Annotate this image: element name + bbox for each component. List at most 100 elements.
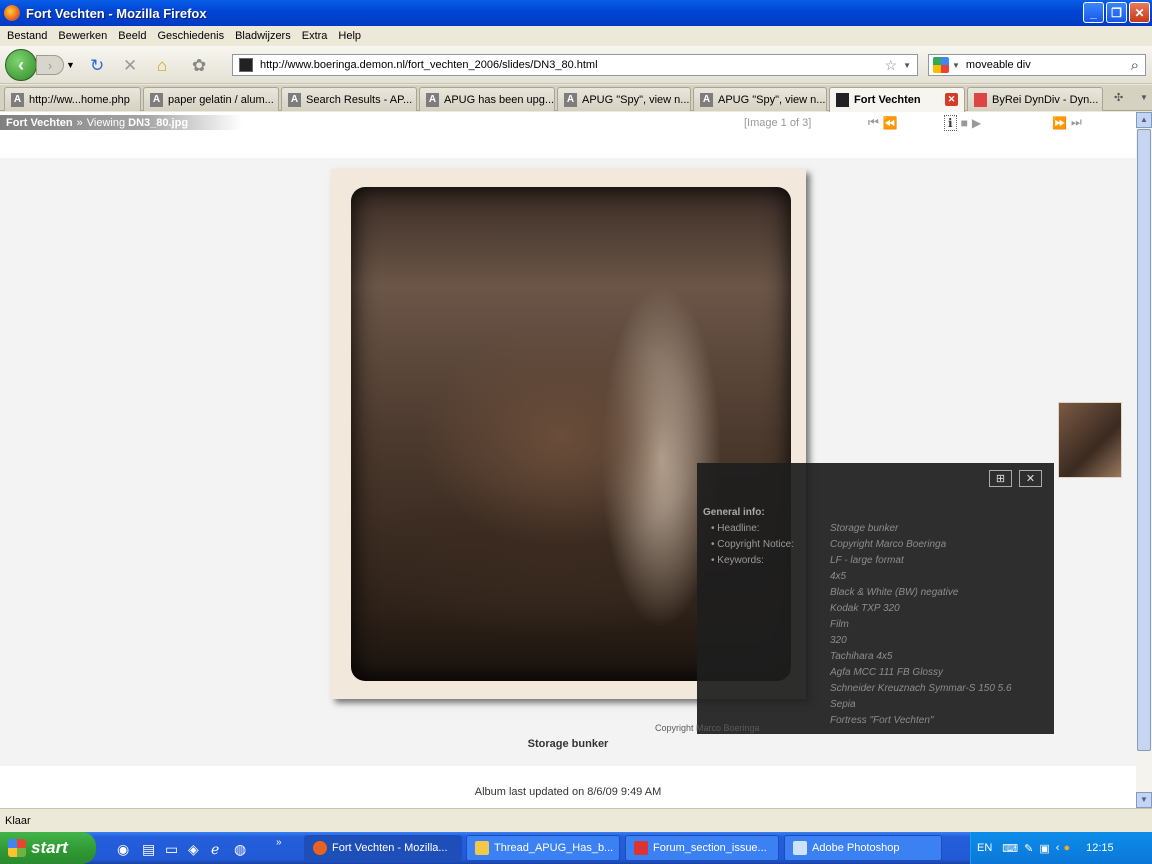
quicklaunch-desktop-icon[interactable]: ▤ xyxy=(142,841,155,858)
system-tray: EN ⌨ ✎ ▣ ‹ ● 12:15 xyxy=(970,832,1152,864)
quicklaunch-ie-icon[interactable]: ◉ xyxy=(117,841,129,858)
keyword-item: Black & White (BW) negative xyxy=(830,587,959,598)
keyword-item: Tachihara 4x5 xyxy=(830,651,893,662)
clock: 12:15 xyxy=(1086,842,1114,854)
info-panel: ⊞ ✕ General info: • Headline: Storage bu… xyxy=(655,463,1054,734)
quicklaunch-ie2-icon[interactable]: ℯ xyxy=(211,841,219,858)
new-tab-icon[interactable]: ✣ xyxy=(1114,91,1123,104)
info-header: General info: xyxy=(703,507,765,518)
folder-icon xyxy=(475,841,489,855)
photo-watermark: Copyright Marco Boeringa xyxy=(655,723,760,733)
quicklaunch-expand-icon[interactable]: » xyxy=(276,837,282,848)
menu-bladwijzers[interactable]: Bladwijzers xyxy=(235,30,291,42)
task-firefox[interactable]: Fort Vechten - Mozilla... xyxy=(304,835,462,861)
tab-item[interactable]: A APUG "Spy", view n... xyxy=(693,87,827,111)
url-text[interactable]: http://www.boeringa.demon.nl/fort_vechte… xyxy=(260,59,885,71)
keyword-item: Schneider Kreuznach Symmar-S 150 5.6 xyxy=(830,683,1012,694)
quicklaunch-media-icon[interactable]: ◈ xyxy=(188,841,199,858)
tab-item[interactable]: A Search Results - AP... xyxy=(281,87,417,111)
play-slideshow-icon[interactable]: ▶ xyxy=(972,116,981,130)
breadcrumb-file: DN3_80.jpg xyxy=(128,116,189,129)
menu-beeld[interactable]: Beeld xyxy=(118,30,146,42)
next-last-controls: ⏩ ⏭ xyxy=(1050,114,1084,131)
tab-item[interactable]: A APUG "Spy", view n... xyxy=(557,87,691,111)
pen-icon[interactable]: ✎ xyxy=(1024,842,1033,855)
tab-item[interactable]: A APUG has been upg... xyxy=(419,87,555,111)
menu-bewerken[interactable]: Bewerken xyxy=(58,30,107,42)
scrollbar-thumb[interactable] xyxy=(1137,129,1151,751)
display-icon[interactable]: ▣ xyxy=(1039,842,1049,855)
photoshop-icon xyxy=(793,841,807,855)
bookmark-star-icon[interactable]: ☆ xyxy=(885,57,898,74)
task-photoshop[interactable]: Adobe Photoshop xyxy=(784,835,942,861)
tab-item-active[interactable]: Fort Vechten ✕ xyxy=(829,87,965,112)
previous-image-icon[interactable]: ⏪ xyxy=(883,116,898,130)
site-favicon-icon xyxy=(836,93,849,107)
home-icon[interactable]: ⌂ xyxy=(157,56,167,76)
reload-icon[interactable]: ↻ xyxy=(90,56,104,76)
tray-expand-icon[interactable]: ‹ xyxy=(1056,842,1060,854)
url-dropdown-icon[interactable]: ▼ xyxy=(903,61,911,70)
tab-item[interactable]: Apaper gelatin / alum... xyxy=(143,87,279,111)
search-icon[interactable]: ⌕ xyxy=(1131,57,1139,74)
photo-caption: Storage bunker xyxy=(527,738,609,750)
search-box[interactable]: ▼ moveable div ⌕ xyxy=(928,54,1146,76)
close-tab-icon[interactable]: ✕ xyxy=(945,93,958,106)
search-engine-dropdown-icon[interactable]: ▼ xyxy=(952,61,960,70)
menu-bestand[interactable]: Bestand xyxy=(7,30,47,42)
close-info-icon[interactable]: ✕ xyxy=(1019,470,1042,487)
quicklaunch-folder-icon[interactable]: ▭ xyxy=(165,841,178,858)
keyword-item: Fortress "Fort Vechten" xyxy=(830,715,934,726)
maximize-button[interactable]: ❐ xyxy=(1106,2,1127,23)
start-button[interactable]: start xyxy=(0,832,96,864)
task-forum[interactable]: Forum_section_issue... xyxy=(625,835,779,861)
site-favicon-icon xyxy=(239,58,253,72)
tray-app-icon[interactable]: ● xyxy=(1063,842,1070,854)
keywords-label: • Keywords: xyxy=(711,555,764,566)
breadcrumb-album-link[interactable]: Fort Vechten xyxy=(6,117,73,129)
menu-bar: Bestand Bewerken Beeld Geschiedenis Blad… xyxy=(0,26,1152,46)
menu-geschiedenis[interactable]: Geschiedenis xyxy=(157,30,224,42)
minimize-button[interactable]: _ xyxy=(1083,2,1104,23)
apug-favicon-icon: A xyxy=(426,92,439,107)
forward-button[interactable]: › xyxy=(36,55,64,75)
search-input[interactable]: moveable div xyxy=(966,59,1131,71)
scroll-up-icon[interactable]: ▲ xyxy=(1136,112,1152,128)
history-dropdown-icon[interactable]: ▼ xyxy=(66,60,75,70)
stop-slideshow-icon[interactable]: ■ xyxy=(961,116,968,130)
tab-item[interactable]: ByRei DynDiv - Dyn... xyxy=(967,87,1103,111)
stop-icon[interactable]: ✕ xyxy=(123,56,137,76)
addon-icon[interactable]: ✿ xyxy=(192,56,206,76)
breadcrumb: Fort Vechten » Viewing DN3_80.jpg xyxy=(0,115,242,130)
keyword-item: LF - large format xyxy=(830,555,904,566)
scroll-down-icon[interactable]: ▼ xyxy=(1136,792,1152,808)
apug-favicon-icon: A xyxy=(700,92,713,107)
language-indicator[interactable]: EN xyxy=(977,842,992,854)
url-bar[interactable]: http://www.boeringa.demon.nl/fort_vechte… xyxy=(232,54,918,76)
menu-extra[interactable]: Extra xyxy=(302,30,328,42)
google-icon[interactable] xyxy=(933,57,949,73)
title-bar: Fort Vechten - Mozilla Firefox _ ❐ ✕ xyxy=(0,0,1152,26)
menu-help[interactable]: Help xyxy=(338,30,361,42)
window-title: Fort Vechten - Mozilla Firefox xyxy=(26,5,207,21)
gallery-header: Fort Vechten » Viewing DN3_80.jpg [Image… xyxy=(0,112,1136,132)
firefox-icon xyxy=(313,841,327,855)
next-image-icon[interactable]: ⏩ xyxy=(1052,116,1067,130)
keyboard-icon[interactable]: ⌨ xyxy=(1002,842,1018,855)
headline-value: Storage bunker xyxy=(830,523,899,534)
last-image-icon[interactable]: ⏭ xyxy=(1071,115,1082,130)
quicklaunch-firefox-icon[interactable]: ◍ xyxy=(234,841,246,858)
close-button[interactable]: ✕ xyxy=(1129,2,1150,23)
vertical-scrollbar[interactable]: ▲ ▼ xyxy=(1136,112,1152,808)
tab-item[interactable]: Ahttp://ww...home.php xyxy=(4,87,141,111)
back-button[interactable]: ‹ xyxy=(5,49,37,81)
tab-list-icon[interactable]: ▼ xyxy=(1140,93,1148,102)
keyword-item: Agfa MCC 111 FB Glossy xyxy=(830,667,943,678)
keyword-item: 320 xyxy=(830,635,847,646)
thumbnail-image[interactable] xyxy=(1058,402,1122,478)
info-icon[interactable]: ℹ xyxy=(944,114,957,131)
task-folder[interactable]: Thread_APUG_Has_b... xyxy=(466,835,620,861)
first-image-icon[interactable]: ⏮ xyxy=(868,115,879,130)
expand-info-icon[interactable]: ⊞ xyxy=(989,470,1012,487)
first-prev-controls: ⏮ ⏪ xyxy=(866,114,900,131)
